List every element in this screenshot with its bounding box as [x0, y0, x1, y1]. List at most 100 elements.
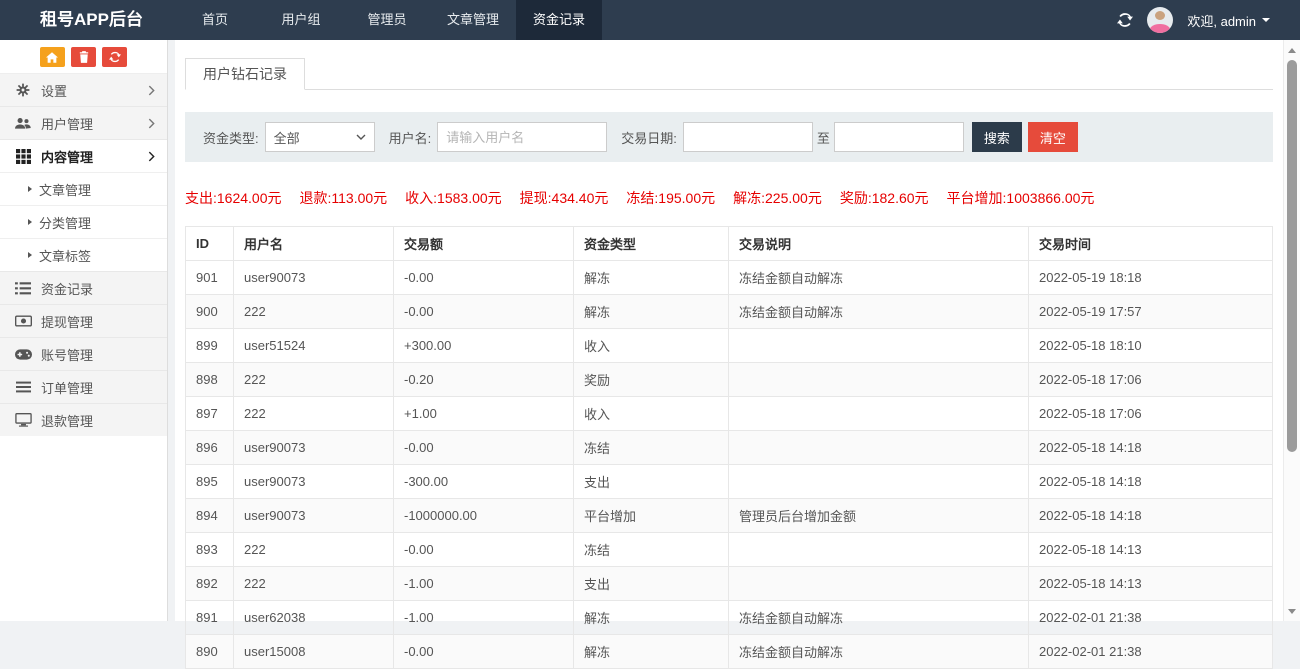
stat-item: 提现:434.40元	[520, 188, 609, 208]
clear-button[interactable]: 清空	[1028, 122, 1078, 152]
nav-item-3[interactable]: 文章管理	[430, 0, 516, 40]
table-cell: +300.00	[394, 329, 574, 363]
triangle-right-icon	[28, 252, 32, 258]
vertical-scrollbar[interactable]	[1283, 40, 1300, 621]
fund-type-group: 资金类型: 全部	[203, 122, 375, 152]
chevron-right-icon	[148, 118, 155, 129]
table-cell: user15008	[234, 635, 394, 669]
table-cell: -0.00	[394, 533, 574, 567]
sidebar-item-9[interactable]: 订单管理	[0, 370, 167, 403]
table-cell: 冻结金额自动解冻	[729, 295, 1029, 329]
scrollbar-thumb[interactable]	[1287, 60, 1297, 452]
sidebar-item-3[interactable]: 文章管理	[0, 172, 167, 205]
table-cell: 冻结	[574, 533, 729, 567]
sidebar-item-5[interactable]: 文章标签	[0, 238, 167, 271]
nav-item-1[interactable]: 用户组	[258, 0, 344, 40]
date-from-input[interactable]	[683, 122, 813, 152]
sidebar-item-1[interactable]: 用户管理	[0, 106, 167, 139]
sidebar-menu: 设置 用户管理 内容管理 文章管理 分类管理 文章标签 资金记录 提现管理	[0, 73, 167, 436]
nav-item-0[interactable]: 首页	[172, 0, 258, 40]
sidebar-item-2[interactable]: 内容管理	[0, 139, 167, 172]
grid-icon	[14, 148, 32, 164]
main-nav: 首页 用户组 管理员 文章管理 资金记录	[172, 0, 602, 40]
money-icon	[14, 313, 32, 329]
table-cell: 2022-02-01 21:38	[1029, 601, 1273, 635]
table-cell: 897	[186, 397, 234, 431]
table-cell: 解冻	[574, 295, 729, 329]
table-cell: -1000000.00	[394, 499, 574, 533]
table-row: 899user51524+300.00收入2022-05-18 18:10	[186, 329, 1273, 363]
scroll-down-arrow[interactable]	[1284, 603, 1300, 619]
sidebar-item-6[interactable]: 资金记录	[0, 271, 167, 304]
date-label: 交易日期:	[621, 128, 677, 147]
records-table: ID用户名交易额资金类型交易说明交易时间 901user90073-0.00解冻…	[185, 226, 1273, 669]
sidebar-item-8[interactable]: 账号管理	[0, 337, 167, 370]
sidebar-item-0[interactable]: 设置	[0, 73, 167, 106]
date-to-input[interactable]	[834, 122, 964, 152]
avatar[interactable]	[1147, 7, 1173, 33]
table-cell: 冻结金额自动解冻	[729, 635, 1029, 669]
user-menu[interactable]: 欢迎, admin	[1187, 11, 1270, 30]
table-cell: 896	[186, 431, 234, 465]
table-cell: 解冻	[574, 261, 729, 295]
chevron-right-icon	[148, 151, 155, 162]
fund-type-select[interactable]: 全部	[265, 122, 375, 152]
home-button[interactable]	[40, 47, 65, 67]
table-cell: +1.00	[394, 397, 574, 431]
fund-type-value: 全部	[274, 128, 356, 147]
summary-stats: 支出:1624.00元退款:113.00元收入:1583.00元提现:434.4…	[185, 188, 1273, 208]
table-cell: user90073	[234, 499, 394, 533]
username-input[interactable]	[437, 122, 607, 152]
table-row: 895user90073-300.00支出2022-05-18 14:18	[186, 465, 1273, 499]
scroll-up-arrow[interactable]	[1284, 42, 1300, 58]
table-cell: -0.00	[394, 295, 574, 329]
sidebar-item-4[interactable]: 分类管理	[0, 205, 167, 238]
fund-type-label: 资金类型:	[203, 128, 259, 147]
nav-item-4[interactable]: 资金记录	[516, 0, 602, 40]
bars-icon	[14, 379, 32, 395]
table-cell	[729, 329, 1029, 363]
table-cell: 2022-05-19 17:57	[1029, 295, 1273, 329]
table-cell: 平台增加	[574, 499, 729, 533]
tab-user-diamond-records[interactable]: 用户钻石记录	[185, 58, 305, 90]
table-cell: 899	[186, 329, 234, 363]
sidebar-item-7[interactable]: 提现管理	[0, 304, 167, 337]
table-cell: user90073	[234, 465, 394, 499]
app-brand: 租号APP后台	[0, 0, 172, 40]
table-cell: user62038	[234, 601, 394, 635]
stat-item: 冻结:195.00元	[626, 188, 715, 208]
search-button[interactable]: 搜索	[972, 122, 1022, 152]
refresh-icon[interactable]	[1117, 12, 1133, 28]
table-cell: 894	[186, 499, 234, 533]
table-row: 897222+1.00收入2022-05-18 17:06	[186, 397, 1273, 431]
table-cell: user90073	[234, 261, 394, 295]
username-label: 用户名:	[389, 128, 432, 147]
stat-item: 奖励:182.60元	[840, 188, 929, 208]
table-cell: -0.00	[394, 261, 574, 295]
trash-button[interactable]	[71, 47, 96, 67]
list-icon	[14, 280, 32, 296]
table-cell: 895	[186, 465, 234, 499]
table-cell: 2022-05-18 14:18	[1029, 431, 1273, 465]
gears-icon	[14, 82, 32, 98]
gamepad-icon	[14, 346, 32, 362]
table-cell	[729, 465, 1029, 499]
caret-down-icon	[1262, 18, 1270, 22]
sidebar-item-10[interactable]: 退款管理	[0, 403, 167, 436]
table-cell: 222	[234, 295, 394, 329]
table-cell: 901	[186, 261, 234, 295]
table-cell: 管理员后台增加金额	[729, 499, 1029, 533]
table-cell	[729, 533, 1029, 567]
table-row: 894user90073-1000000.00平台增加管理员后台增加金额2022…	[186, 499, 1273, 533]
stat-item: 支出:1624.00元	[185, 188, 282, 208]
table-cell: 900	[186, 295, 234, 329]
nav-item-2[interactable]: 管理员	[344, 0, 430, 40]
table-row: 891user62038-1.00解冻冻结金额自动解冻2022-02-01 21…	[186, 601, 1273, 635]
table-cell: 2022-05-18 14:13	[1029, 567, 1273, 601]
recycle-button[interactable]	[102, 47, 127, 67]
table-cell: 2022-05-18 17:06	[1029, 363, 1273, 397]
tab-bar: 用户钻石记录	[185, 58, 1273, 90]
chevron-right-icon	[148, 85, 155, 96]
table-cell	[729, 363, 1029, 397]
table-row: 896user90073-0.00冻结2022-05-18 14:18	[186, 431, 1273, 465]
